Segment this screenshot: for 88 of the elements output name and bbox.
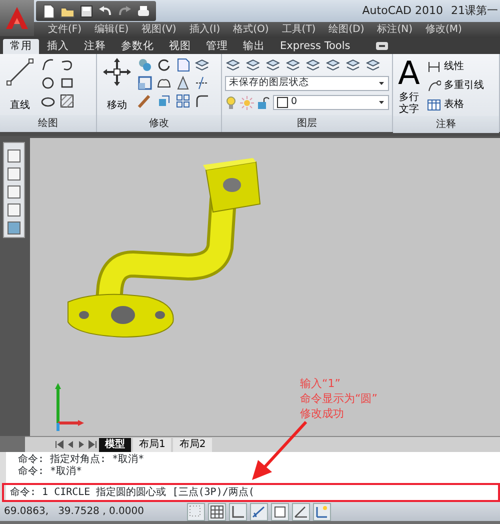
save-icon[interactable] bbox=[79, 4, 94, 18]
layer-state-dropdown[interactable]: 未保存的图层状态 bbox=[225, 76, 389, 91]
document-title: 21课第一 bbox=[451, 2, 498, 19]
dynamic-input-icon[interactable] bbox=[314, 504, 330, 520]
layer-dropdown[interactable]: 0 bbox=[273, 95, 389, 110]
command-prompt[interactable]: 命令: 1 CIRCLE 指定圆的圆心或 [三点(3P)/两点( bbox=[2, 483, 500, 502]
layer-state-value: 未保存的图层状态 bbox=[229, 76, 309, 90]
dropdown-caret-icon bbox=[379, 82, 385, 86]
dimension-icon bbox=[427, 60, 441, 74]
window-title: AutoCAD 2010 bbox=[362, 2, 443, 19]
move-tool-button[interactable]: 移动 bbox=[100, 57, 134, 115]
menu-item[interactable]: 绘图(D) bbox=[324, 23, 374, 37]
annotation-tool-button[interactable]: 线性 bbox=[425, 59, 486, 74]
layout-tab[interactable]: 布局2 bbox=[173, 438, 212, 452]
layer-icon[interactable] bbox=[285, 57, 300, 72]
layout-tab[interactable]: 模型 bbox=[99, 438, 131, 452]
annotation-tool-button[interactable]: 多重引线 bbox=[425, 78, 486, 93]
ribbon-tab[interactable]: 注释 bbox=[77, 39, 113, 54]
menu-item[interactable]: 标注(N) bbox=[373, 23, 422, 37]
previous-page-icon[interactable] bbox=[66, 440, 75, 449]
next-page-icon[interactable] bbox=[77, 440, 86, 449]
line-icon bbox=[5, 57, 35, 87]
ribbon-tab[interactable]: 常用 bbox=[3, 39, 39, 54]
annotation-arrow bbox=[250, 420, 310, 482]
grid-icon[interactable] bbox=[175, 93, 191, 109]
move-icon bbox=[102, 57, 132, 87]
layer-icon[interactable] bbox=[305, 57, 320, 72]
viewport-icon[interactable] bbox=[7, 185, 21, 199]
menu-item[interactable]: 修改(M) bbox=[422, 23, 471, 37]
ribbon-tab[interactable]: Express Tools bbox=[273, 39, 358, 54]
brush-icon[interactable] bbox=[137, 93, 153, 109]
print-icon[interactable] bbox=[136, 4, 151, 18]
annotation-note: 输入“1” 命令显示为“圆” 修改成功 bbox=[300, 376, 378, 421]
command-history-line: 命令: 指定对角点: *取消* bbox=[18, 454, 146, 466]
viewport-icon[interactable] bbox=[7, 221, 21, 235]
coordinates: 69.0863, 39.7528 , 0.0000 bbox=[4, 505, 144, 519]
viewport-icon[interactable] bbox=[7, 167, 21, 181]
sun-icon bbox=[240, 96, 254, 110]
color-swatch-icon bbox=[277, 97, 288, 108]
last-page-icon[interactable] bbox=[88, 440, 97, 449]
trim-icon[interactable] bbox=[194, 75, 210, 91]
scale-icon[interactable] bbox=[137, 75, 153, 91]
ribbon-tab[interactable]: 参数化 bbox=[114, 39, 161, 54]
ribbon-tab[interactable]: 管理 bbox=[199, 39, 235, 54]
panel-title[interactable]: 绘图 bbox=[0, 115, 96, 132]
menu-item[interactable]: 工具(T) bbox=[278, 23, 325, 37]
annotation-tool-button[interactable]: 表格 bbox=[425, 97, 486, 112]
command-history-line: 命令: *取消* bbox=[18, 466, 84, 478]
unlocked-icon bbox=[257, 96, 270, 110]
menu-item[interactable]: 编辑(E) bbox=[90, 23, 138, 37]
menu-item[interactable]: 插入(I) bbox=[185, 23, 230, 37]
layer-icon[interactable] bbox=[345, 57, 360, 72]
layer-icon[interactable] bbox=[225, 57, 240, 72]
angle-icon[interactable] bbox=[293, 504, 309, 520]
dropdown-caret-icon bbox=[379, 100, 385, 104]
panel-title[interactable]: 图层 bbox=[222, 115, 392, 132]
ribbon-tab[interactable]: 插入 bbox=[40, 39, 76, 54]
menu-item[interactable]: 文件(F) bbox=[44, 23, 91, 37]
panel-title[interactable]: 注释 bbox=[393, 116, 499, 133]
line-tool-button[interactable]: 直线 bbox=[3, 57, 37, 115]
panel-title[interactable]: 修改 bbox=[97, 115, 221, 132]
layer-icon[interactable] bbox=[265, 57, 280, 72]
viewport-icon[interactable] bbox=[7, 203, 21, 217]
light-bulb-icon bbox=[225, 96, 237, 110]
layer-icon[interactable] bbox=[325, 57, 340, 72]
layer-name: 0 bbox=[291, 95, 298, 110]
viewport-icon[interactable] bbox=[7, 149, 21, 163]
logo-icon bbox=[4, 5, 30, 31]
new-file-icon[interactable] bbox=[41, 4, 56, 18]
triangle-icon[interactable] bbox=[175, 75, 191, 91]
leader-icon bbox=[427, 78, 441, 92]
multiline-text-button[interactable]: A 多行文字 bbox=[396, 57, 422, 116]
table-icon bbox=[427, 98, 441, 112]
osnap-icon[interactable] bbox=[272, 504, 288, 520]
minimize-ribbon-icon[interactable] bbox=[374, 40, 390, 52]
ribbon-tab[interactable]: 视图 bbox=[162, 39, 198, 54]
menu-item[interactable]: 视图(V) bbox=[138, 23, 186, 37]
first-page-icon[interactable] bbox=[55, 440, 64, 449]
ortho-icon[interactable] bbox=[230, 504, 246, 520]
layout-tab[interactable]: 布局1 bbox=[133, 438, 172, 452]
ribbon-tab[interactable]: 输出 bbox=[236, 39, 272, 54]
circle-icon[interactable] bbox=[40, 75, 56, 91]
layer-icon[interactable] bbox=[245, 57, 260, 72]
fillet-icon[interactable] bbox=[194, 93, 210, 109]
menu-item[interactable]: 格式(O) bbox=[229, 23, 278, 37]
grid-icon[interactable] bbox=[209, 504, 225, 520]
hatch-icon[interactable] bbox=[59, 93, 75, 109]
layer-icon[interactable] bbox=[365, 57, 380, 72]
